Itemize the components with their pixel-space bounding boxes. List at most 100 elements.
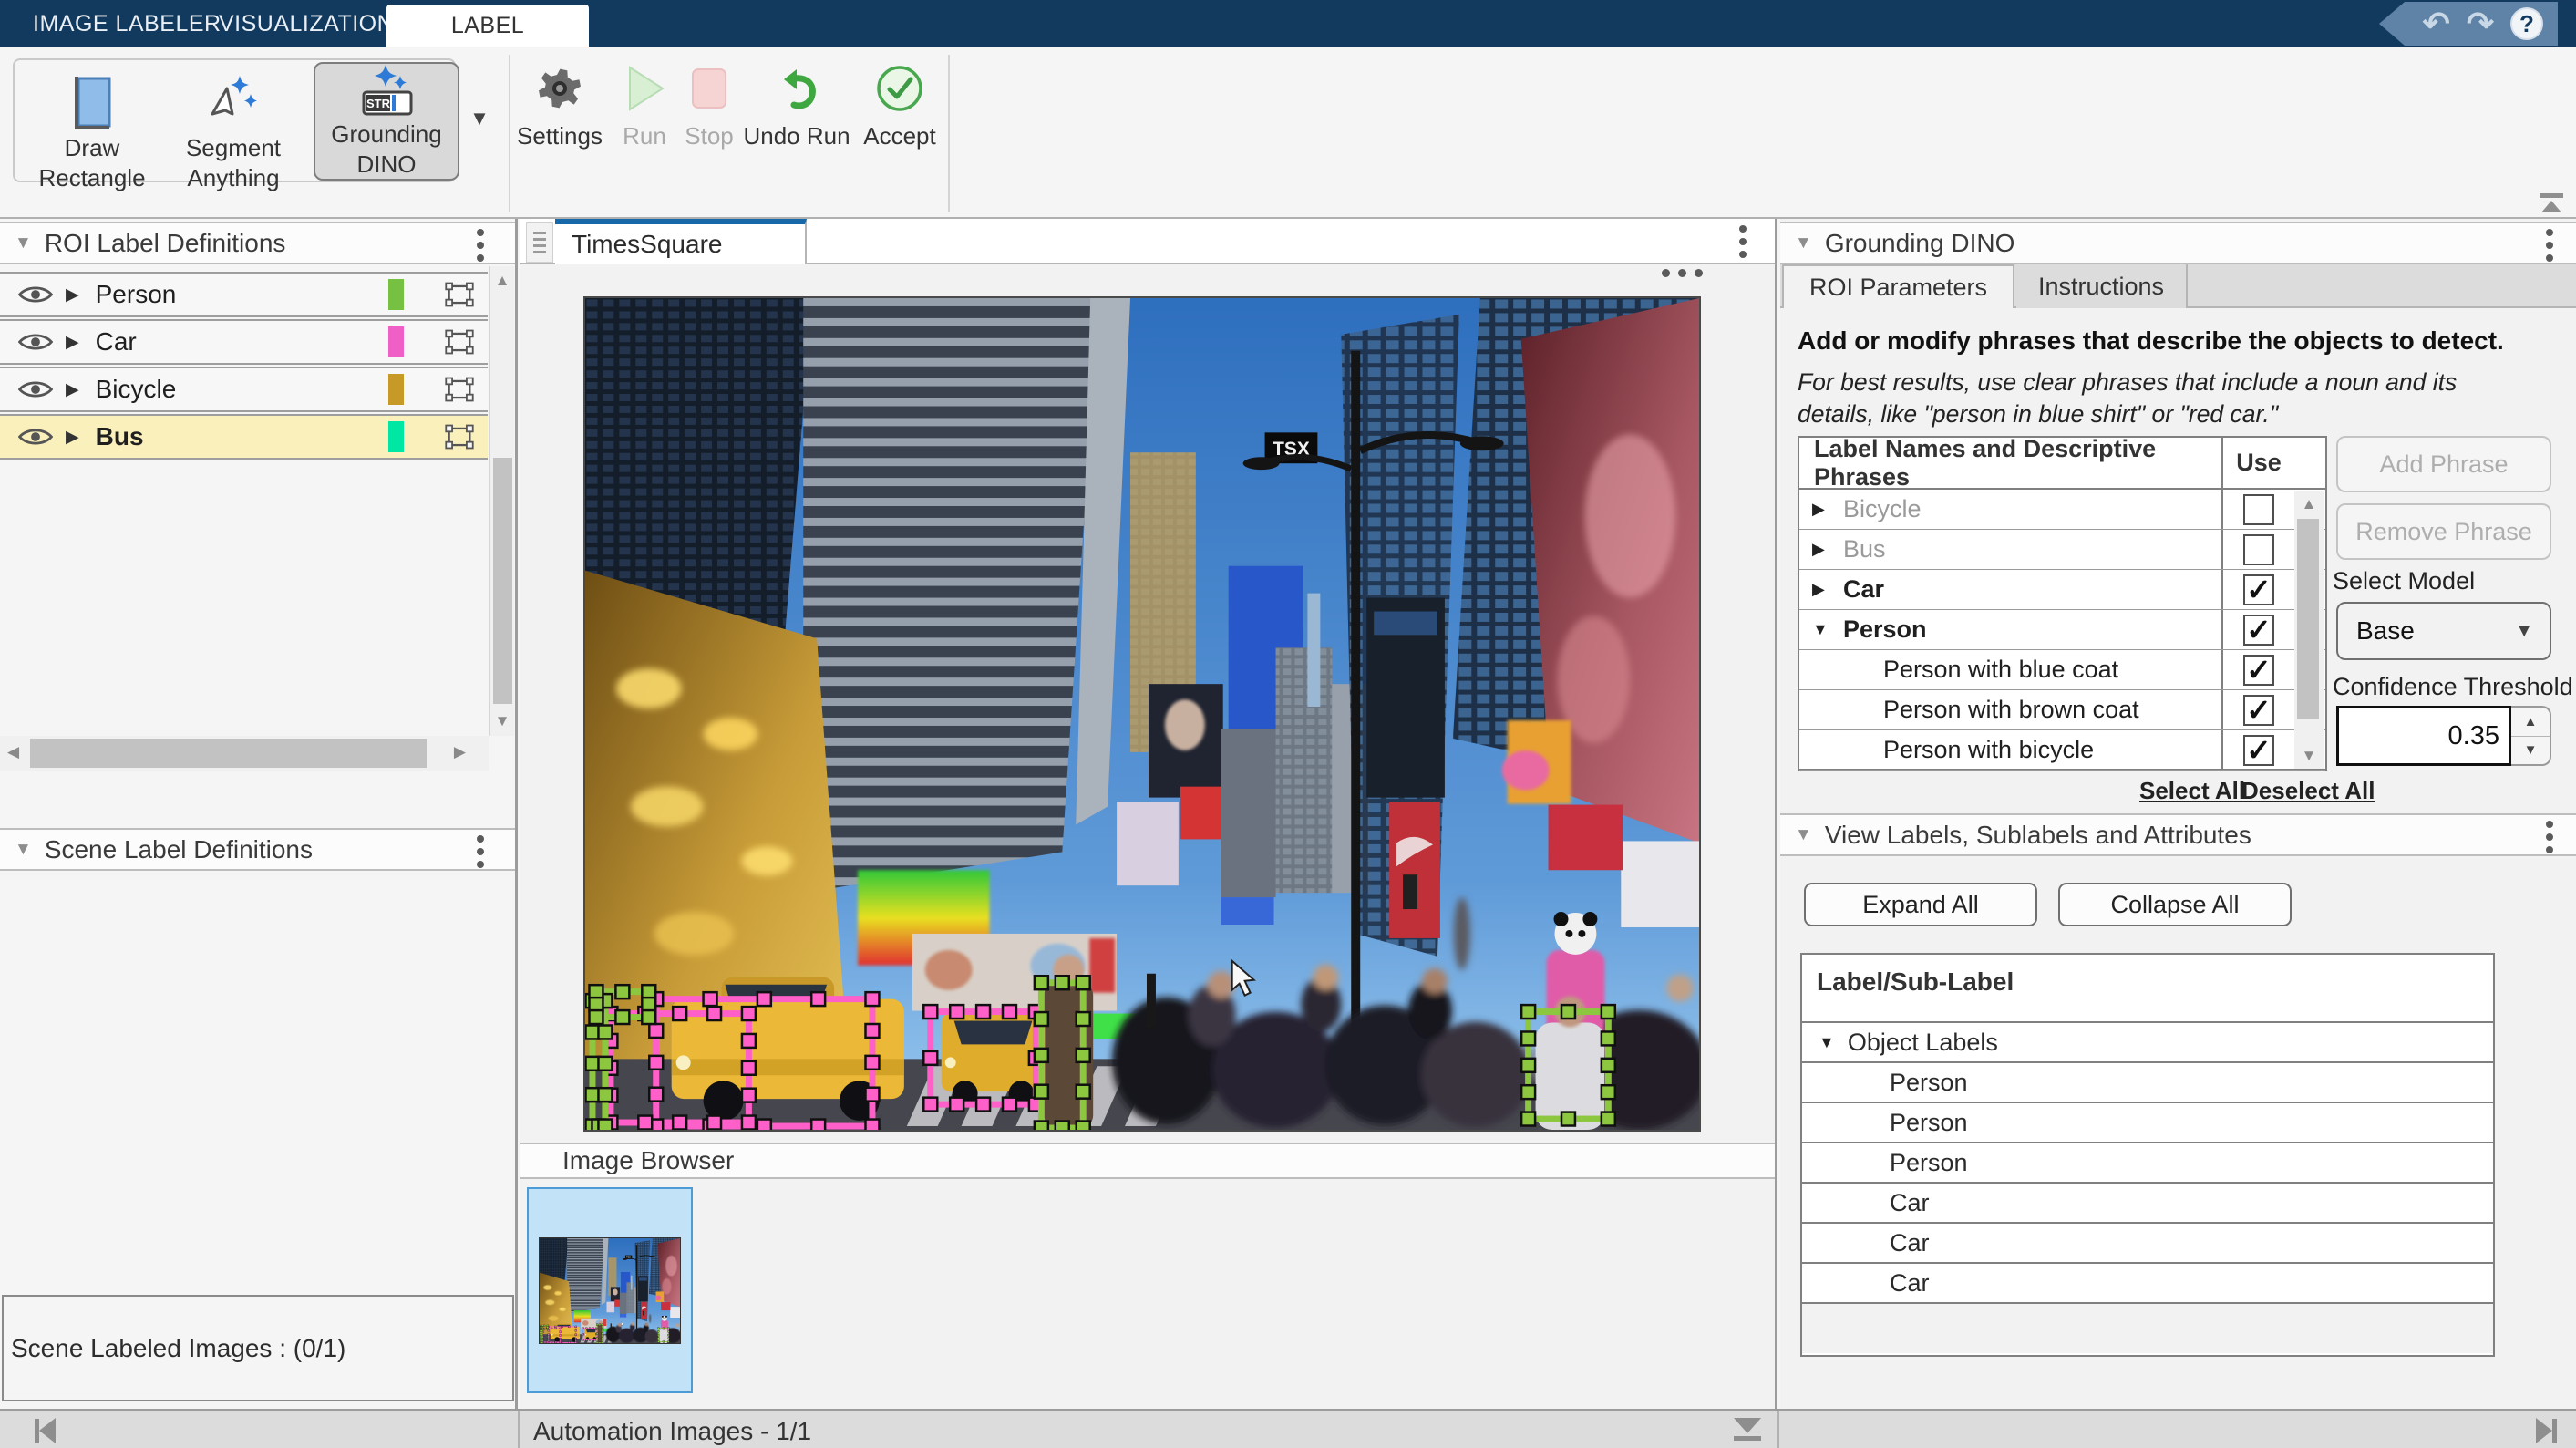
- expand-triangle-icon[interactable]: ▶: [66, 332, 79, 353]
- scroll-up-icon[interactable]: ▲: [2302, 495, 2317, 513]
- collapse-triangle-icon[interactable]: ▼: [1812, 620, 1843, 639]
- tab-label[interactable]: LABEL: [386, 5, 589, 47]
- scene-panel-menu-icon[interactable]: [477, 848, 484, 855]
- model-dropdown[interactable]: Base ▼: [2336, 602, 2551, 660]
- image-browser-header[interactable]: Image Browser: [520, 1143, 1775, 1179]
- label-row[interactable]: Person: [1802, 1063, 2493, 1103]
- tab-roi-parameters[interactable]: ROI Parameters: [1782, 264, 2014, 308]
- axes-toolbar-ellipsis-icon[interactable]: [1662, 269, 1703, 277]
- label-row[interactable]: Person: [1802, 1103, 2493, 1143]
- view-labels-header[interactable]: ▼ View Labels, Sublabels and Attributes: [1780, 813, 2576, 856]
- tab-instructions[interactable]: Instructions: [2016, 264, 2188, 308]
- help-icon[interactable]: ?: [2510, 7, 2543, 40]
- use-checkbox[interactable]: ✓: [2243, 615, 2274, 646]
- tab-grip-icon[interactable]: [526, 222, 553, 263]
- phrase-row-car[interactable]: ▶Car ✓: [1799, 570, 2325, 610]
- visibility-eye-icon[interactable]: [18, 330, 53, 354]
- settings-button[interactable]: Settings: [512, 64, 607, 150]
- label-row[interactable]: Car: [1802, 1184, 2493, 1224]
- scene-definitions-header[interactable]: ▼ Scene Label Definitions: [0, 828, 515, 871]
- roi-panel-menu-icon[interactable]: [477, 242, 484, 249]
- accept-button[interactable]: Accept: [855, 64, 944, 150]
- expand-all-button[interactable]: Expand All: [1804, 883, 2037, 926]
- phrase-row-person-brown-coat[interactable]: Person with brown coat ✓: [1799, 690, 2325, 730]
- phrase-table-scrollbar[interactable]: ▲ ▼: [2294, 491, 2324, 769]
- select-all-link[interactable]: Select All: [2139, 777, 2245, 805]
- expand-triangle-icon[interactable]: ▶: [1812, 540, 1843, 559]
- expand-triangle-icon[interactable]: ▶: [66, 379, 79, 400]
- roi-label-name: Car: [96, 327, 388, 357]
- collapse-ribbon-icon[interactable]: [2538, 193, 2565, 212]
- tab-image-labeler[interactable]: IMAGE LABELER: [33, 0, 222, 47]
- spinner-down-icon[interactable]: ▼: [2511, 737, 2550, 765]
- scroll-down-icon[interactable]: ▼: [495, 712, 510, 730]
- roi-color-swatch[interactable]: [388, 421, 404, 452]
- scroll-left-icon[interactable]: ◀: [7, 743, 19, 761]
- first-image-icon[interactable]: [35, 1418, 56, 1443]
- roi-row-bicycle[interactable]: ▶ Bicycle: [0, 367, 488, 412]
- tab-visualization[interactable]: VISUALIZATION: [219, 0, 394, 47]
- use-checkbox[interactable]: [2243, 534, 2274, 565]
- expand-triangle-icon[interactable]: ▶: [66, 284, 79, 305]
- roi-list-horizontal-scrollbar[interactable]: ◀ ▶: [0, 736, 489, 771]
- collapse-triangle-icon[interactable]: ▼: [1795, 233, 1812, 253]
- grounding-dino-header[interactable]: ▼ Grounding DINO: [1780, 222, 2576, 264]
- visibility-eye-icon[interactable]: [18, 425, 53, 449]
- expand-triangle-icon[interactable]: ▶: [66, 427, 79, 448]
- phrase-row-person-blue-coat[interactable]: Person with blue coat ✓: [1799, 650, 2325, 690]
- phrase-row-person[interactable]: ▼Person ✓: [1799, 610, 2325, 650]
- label-row[interactable]: Car: [1802, 1224, 2493, 1264]
- undo-icon[interactable]: ↶: [2423, 7, 2450, 40]
- collapse-triangle-icon[interactable]: ▼: [1819, 1033, 1835, 1052]
- accept-label: Accept: [863, 122, 936, 150]
- roi-row-car[interactable]: ▶ Car: [0, 319, 488, 365]
- image-tab-timessquare[interactable]: TimesSquare: [555, 219, 807, 264]
- use-checkbox[interactable]: ✓: [2243, 695, 2274, 726]
- roi-definitions-header[interactable]: ▼ ROI Label Definitions: [0, 222, 515, 264]
- model-dropdown-value: Base: [2356, 616, 2515, 646]
- grounding-dino-button[interactable]: STR Grounding DINO: [314, 62, 459, 181]
- scroll-down-icon[interactable]: ▼: [2302, 747, 2317, 765]
- view-labels-menu-icon[interactable]: [2546, 833, 2553, 841]
- roi-color-swatch[interactable]: [388, 326, 404, 357]
- use-checkbox[interactable]: ✓: [2243, 574, 2274, 605]
- label-row[interactable]: Person: [1802, 1143, 2493, 1184]
- draw-rectangle-button[interactable]: Draw Rectangle: [24, 73, 160, 193]
- collapse-triangle-icon[interactable]: ▼: [15, 840, 32, 860]
- visibility-eye-icon[interactable]: [18, 378, 53, 401]
- redo-icon[interactable]: ↷: [2467, 7, 2494, 40]
- expand-triangle-icon[interactable]: ▶: [1812, 580, 1843, 599]
- phrase-row-bus[interactable]: ▶Bus: [1799, 530, 2325, 570]
- roi-row-person[interactable]: ▶ Person: [0, 272, 488, 317]
- use-checkbox[interactable]: ✓: [2243, 735, 2274, 766]
- phrase-row-bicycle[interactable]: ▶Bicycle: [1799, 490, 2325, 530]
- label-row[interactable]: Car: [1802, 1264, 2493, 1304]
- collapse-image-strip-icon[interactable]: [1734, 1418, 1761, 1441]
- last-image-icon[interactable]: [2536, 1418, 2557, 1443]
- visibility-eye-icon[interactable]: [18, 283, 53, 306]
- confidence-threshold-input[interactable]: 0.35: [2336, 706, 2511, 766]
- collapse-all-button[interactable]: Collapse All: [2058, 883, 2292, 926]
- roi-list-vertical-scrollbar[interactable]: ▲ ▼: [489, 266, 514, 736]
- scroll-up-icon[interactable]: ▲: [495, 272, 510, 290]
- image-thumbnail-selected[interactable]: [527, 1187, 693, 1393]
- roi-row-bus[interactable]: ▶ Bus: [0, 414, 488, 460]
- times-square-photo[interactable]: [583, 296, 1701, 1132]
- grounding-dino-menu-icon[interactable]: [2546, 242, 2553, 249]
- scroll-right-icon[interactable]: ▶: [454, 743, 466, 761]
- spinner-up-icon[interactable]: ▲: [2511, 708, 2550, 737]
- expand-triangle-icon[interactable]: ▶: [1812, 500, 1843, 519]
- deselect-all-link[interactable]: Deselect All: [2241, 777, 2375, 805]
- collapse-triangle-icon[interactable]: ▼: [15, 233, 32, 253]
- undo-run-button[interactable]: Undo Run: [744, 64, 850, 150]
- roi-color-swatch[interactable]: [388, 279, 404, 310]
- viewer-menu-icon[interactable]: [1739, 238, 1747, 245]
- segment-anything-button[interactable]: Segment Anything: [165, 73, 302, 193]
- phrase-row-person-bicycle[interactable]: Person with bicycle ✓: [1799, 730, 2325, 771]
- roi-color-swatch[interactable]: [388, 374, 404, 405]
- tools-gallery-dropdown-icon[interactable]: ▼: [461, 100, 498, 137]
- use-checkbox[interactable]: ✓: [2243, 655, 2274, 686]
- object-labels-group-row[interactable]: ▼ Object Labels: [1802, 1023, 2493, 1063]
- use-checkbox[interactable]: [2243, 494, 2274, 525]
- collapse-triangle-icon[interactable]: ▼: [1795, 825, 1812, 845]
